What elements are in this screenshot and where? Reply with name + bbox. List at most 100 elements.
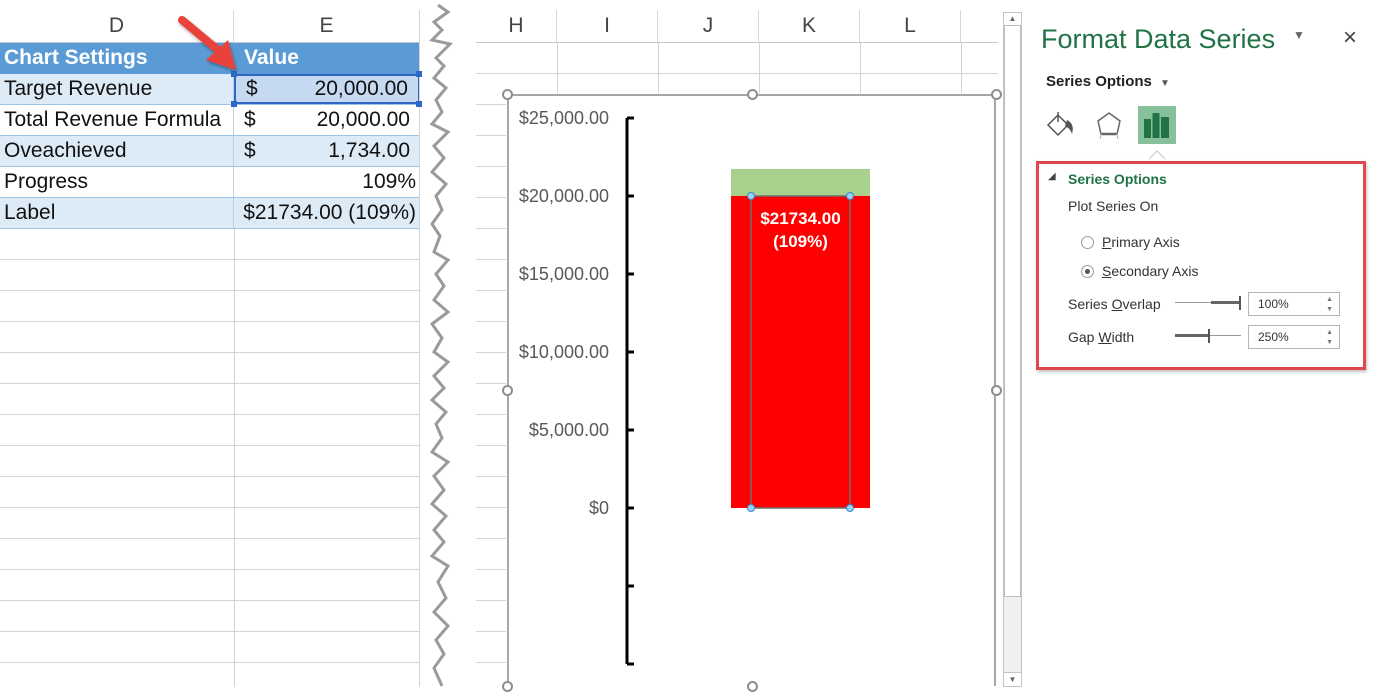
grid-line	[476, 600, 506, 601]
annotation-arrow-icon	[178, 16, 236, 70]
cell-value-selected[interactable]: $20,000.00	[234, 74, 420, 104]
column-letter: K	[801, 14, 816, 37]
grid-line	[476, 383, 506, 384]
series-options-dropdown-label: Series Options	[1046, 73, 1152, 90]
grid-line	[476, 321, 506, 322]
chart-area[interactable]: $0 $5,000.00 $10,000.00 $15,000.00 $20,000.0…	[507, 94, 996, 686]
series-selection-handle[interactable]	[846, 192, 854, 200]
gap-width-spinner[interactable]: 250% ▲ ▼	[1248, 325, 1340, 349]
series-overlap-slider[interactable]	[1175, 294, 1241, 312]
chart-resize-handle-tr[interactable]	[991, 89, 1002, 100]
grid-line	[961, 43, 962, 93]
data-label[interactable]: $21734.00	[760, 209, 840, 228]
grid-line	[476, 290, 506, 291]
close-icon[interactable]: ×	[1343, 24, 1357, 52]
cell-label[interactable]: Label	[0, 198, 234, 228]
grid-line	[860, 43, 861, 93]
primary-axis-radio[interactable]	[1081, 236, 1094, 249]
chevron-down-icon: ▼	[1160, 78, 1170, 89]
column-header-l[interactable]: L	[860, 10, 961, 42]
column-header-h[interactable]: H	[476, 10, 557, 42]
grid-line	[476, 73, 998, 74]
column-header-j[interactable]: J	[658, 10, 759, 42]
cell-value[interactable]: $21734.00 (109%)	[234, 198, 420, 228]
spin-up-icon[interactable]: ▲	[1326, 329, 1333, 336]
accelerator: P	[1102, 234, 1112, 250]
cell-value[interactable]: 109%	[234, 167, 420, 197]
grid-line	[0, 259, 420, 260]
grid-line	[476, 228, 506, 229]
pane-options-dropdown-icon[interactable]: ▼	[1293, 28, 1305, 42]
scrollbar-thumb[interactable]	[1004, 25, 1021, 597]
vertical-scrollbar[interactable]: ▲ ▼	[1003, 12, 1022, 687]
currency: $	[244, 139, 256, 162]
cell-label[interactable]: Target Revenue	[0, 74, 234, 104]
grid-line	[0, 445, 420, 446]
table-row: Progress 109%	[0, 167, 420, 198]
cell-label[interactable]: Progress	[0, 167, 234, 197]
value: 1,734.00	[328, 139, 410, 162]
chart-resize-handle-r[interactable]	[991, 385, 1002, 396]
slider-thumb[interactable]	[1208, 329, 1210, 343]
chart-resize-handle-l[interactable]	[502, 385, 513, 396]
cell-value[interactable]: $1,734.00	[234, 136, 420, 166]
grid-line	[0, 290, 420, 291]
data-label[interactable]: (109%)	[773, 232, 828, 251]
header-value[interactable]: Value	[234, 43, 420, 73]
grid-line	[476, 569, 506, 570]
series-options-dropdown[interactable]: Series Options ▼	[1046, 73, 1170, 90]
series-options-tab[interactable]	[1138, 106, 1176, 144]
torn-edge-divider	[424, 0, 453, 687]
secondary-axis-radio[interactable]	[1081, 265, 1094, 278]
grid-line	[0, 569, 420, 570]
value: 109%	[362, 170, 416, 193]
chart-resize-handle-tl[interactable]	[502, 89, 513, 100]
cell-label[interactable]: Total Revenue Formula	[0, 105, 234, 135]
label-text: Gap	[1068, 329, 1099, 345]
collapse-triangle-icon[interactable]: ◢	[1048, 171, 1056, 182]
header-value-label: Value	[244, 46, 299, 69]
chart-svg: $0 $5,000.00 $10,000.00 $15,000.00 $20,000.0…	[519, 108, 870, 666]
selection-handle[interactable]	[231, 101, 237, 107]
grid-line	[759, 43, 760, 93]
y-tick-label: $20,000.00	[519, 186, 609, 206]
scroll-down-button[interactable]: ▼	[1004, 672, 1021, 686]
grid-line	[476, 197, 506, 198]
secondary-axis-label[interactable]: Secondary Axis	[1102, 263, 1199, 279]
y-tick-label: $25,000.00	[519, 108, 609, 128]
column-letter: E	[319, 14, 334, 37]
column-letter: I	[604, 14, 610, 37]
column-header-i[interactable]: I	[557, 10, 658, 42]
spin-down-icon[interactable]: ▼	[1326, 306, 1333, 313]
slider-fill	[1175, 334, 1208, 337]
slider-thumb[interactable]	[1239, 296, 1241, 310]
grid-line	[476, 445, 506, 446]
fill-line-tab[interactable]	[1043, 108, 1077, 142]
series-selection-handle[interactable]	[747, 192, 755, 200]
label-text: idth	[1111, 329, 1135, 345]
scrollbar-track[interactable]	[1004, 597, 1021, 673]
grid-line	[476, 476, 506, 477]
grid-line	[0, 538, 420, 539]
grid-line	[476, 662, 506, 663]
bar-overachieved[interactable]	[731, 168, 870, 196]
cell-value[interactable]: $20,000.00	[234, 105, 420, 135]
column-header-k[interactable]: K	[759, 10, 860, 42]
chart-resize-handle-t[interactable]	[747, 89, 758, 100]
section-title[interactable]: Series Options	[1068, 171, 1167, 187]
primary-axis-label[interactable]: Primary Axis	[1102, 234, 1180, 250]
grid-line	[476, 135, 506, 136]
spin-down-icon[interactable]: ▼	[1326, 339, 1333, 346]
series-selection-handle[interactable]	[747, 504, 755, 512]
gap-width-label: Gap Width	[1068, 329, 1134, 345]
column-header-e[interactable]: E	[234, 10, 420, 42]
series-overlap-spinner[interactable]: 100% ▲ ▼	[1248, 292, 1340, 316]
spin-up-icon[interactable]: ▲	[1326, 296, 1333, 303]
pane-title: Format Data Series	[1041, 24, 1276, 54]
grid-line	[0, 631, 420, 632]
gap-width-slider[interactable]	[1175, 327, 1241, 345]
plot-series-on-label: Plot Series On	[1068, 198, 1159, 214]
effects-tab[interactable]	[1092, 108, 1126, 142]
cell-label[interactable]: Oveachieved	[0, 136, 234, 166]
series-selection-handle[interactable]	[846, 504, 854, 512]
